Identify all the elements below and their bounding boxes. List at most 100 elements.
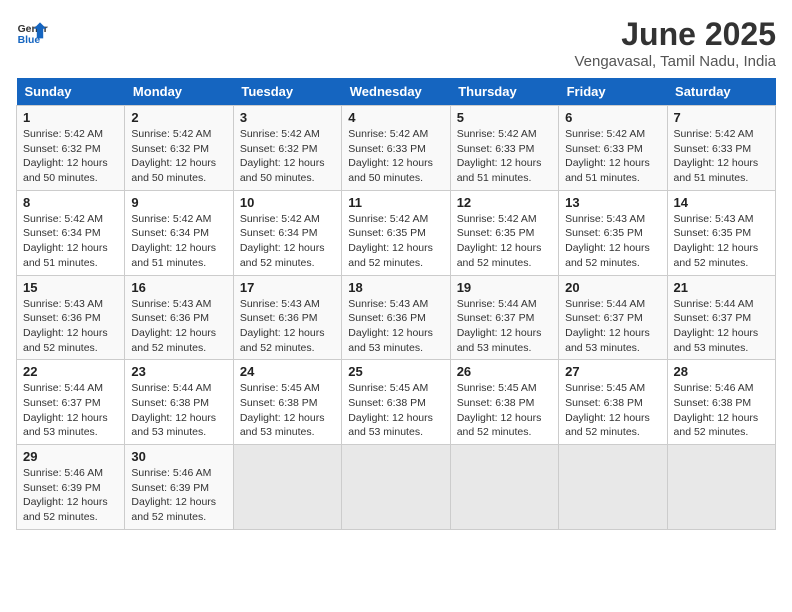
calendar-cell: 26 Sunrise: 5:45 AMSunset: 6:38 PMDayligh… — [450, 360, 558, 445]
cell-info: Sunrise: 5:43 AMSunset: 6:36 PMDaylight:… — [131, 297, 226, 356]
day-number: 11 — [348, 195, 443, 210]
cell-info: Sunrise: 5:45 AMSunset: 6:38 PMDaylight:… — [565, 381, 660, 440]
calendar-cell: 18Sunrise: 5:43 AMSunset: 6:36 PMDayligh… — [342, 275, 450, 360]
calendar-cell: 25 Sunrise: 5:45 AMSunset: 6:38 PMDayligh… — [342, 360, 450, 445]
calendar-cell: 6 Sunrise: 5:42 AMSunset: 6:33 PMDaylight… — [559, 106, 667, 191]
day-number: 24 — [240, 364, 335, 379]
cell-info: Sunrise: 5:42 AMSunset: 6:33 PMDaylight:… — [674, 127, 769, 186]
day-number: 23 — [131, 364, 226, 379]
cell-info: Sunrise: 5:44 AMSunset: 6:38 PMDaylight:… — [131, 381, 226, 440]
day-number: 20 — [565, 280, 660, 295]
calendar-table: SundayMondayTuesdayWednesdayThursdayFrid… — [16, 78, 776, 530]
calendar-cell: 17Sunrise: 5:43 AMSunset: 6:36 PMDayligh… — [233, 275, 341, 360]
calendar-cell: 28 Sunrise: 5:46 AMSunset: 6:38 PMDayligh… — [667, 360, 775, 445]
cell-info: Sunrise: 5:43 AMSunset: 6:36 PMDaylight:… — [23, 297, 118, 356]
day-number: 26 — [457, 364, 552, 379]
calendar-cell: 1 Sunrise: 5:42 AMSunset: 6:32 PMDaylight… — [17, 106, 125, 191]
cell-info: Sunrise: 5:42 AMSunset: 6:33 PMDaylight:… — [457, 127, 552, 186]
calendar-cell — [667, 445, 775, 530]
day-number: 2 — [131, 110, 226, 125]
calendar-cell: 8Sunrise: 5:42 AMSunset: 6:34 PMDaylight… — [17, 190, 125, 275]
cell-info: Sunrise: 5:45 AMSunset: 6:38 PMDaylight:… — [348, 381, 443, 440]
calendar-cell: 10Sunrise: 5:42 AMSunset: 6:34 PMDayligh… — [233, 190, 341, 275]
cell-info: Sunrise: 5:44 AMSunset: 6:37 PMDaylight:… — [457, 297, 552, 356]
cell-info: Sunrise: 5:42 AMSunset: 6:35 PMDaylight:… — [457, 212, 552, 271]
calendar-header-row: SundayMondayTuesdayWednesdayThursdayFrid… — [17, 78, 776, 106]
cell-info: Sunrise: 5:42 AMSunset: 6:32 PMDaylight:… — [240, 127, 335, 186]
logo-icon: General Blue — [16, 16, 48, 48]
calendar-cell: 9 Sunrise: 5:42 AMSunset: 6:34 PMDaylight… — [125, 190, 233, 275]
cell-info: Sunrise: 5:42 AMSunset: 6:35 PMDaylight:… — [348, 212, 443, 271]
calendar-cell: 23 Sunrise: 5:44 AMSunset: 6:38 PMDayligh… — [125, 360, 233, 445]
calendar-cell: 21 Sunrise: 5:44 AMSunset: 6:37 PMDayligh… — [667, 275, 775, 360]
day-number: 15 — [23, 280, 118, 295]
calendar-cell: 27 Sunrise: 5:45 AMSunset: 6:38 PMDayligh… — [559, 360, 667, 445]
calendar-week-2: 8Sunrise: 5:42 AMSunset: 6:34 PMDaylight… — [17, 190, 776, 275]
day-number: 29 — [23, 449, 118, 464]
calendar-cell: 2 Sunrise: 5:42 AMSunset: 6:32 PMDaylight… — [125, 106, 233, 191]
day-number: 12 — [457, 195, 552, 210]
header-monday: Monday — [125, 78, 233, 106]
day-number: 22 — [23, 364, 118, 379]
calendar-cell: 15 Sunrise: 5:43 AMSunset: 6:36 PMDayligh… — [17, 275, 125, 360]
day-number: 16 — [131, 280, 226, 295]
day-number: 9 — [131, 195, 226, 210]
cell-info: Sunrise: 5:42 AMSunset: 6:32 PMDaylight:… — [131, 127, 226, 186]
calendar-cell: 24 Sunrise: 5:45 AMSunset: 6:38 PMDayligh… — [233, 360, 341, 445]
cell-info: Sunrise: 5:42 AMSunset: 6:33 PMDaylight:… — [348, 127, 443, 186]
header: General Blue June 2025 Vengavasal, Tamil… — [16, 16, 776, 70]
day-number: 21 — [674, 280, 769, 295]
day-number: 19 — [457, 280, 552, 295]
calendar-cell: 14 Sunrise: 5:43 AMSunset: 6:35 PMDayligh… — [667, 190, 775, 275]
cell-info: Sunrise: 5:44 AMSunset: 6:37 PMDaylight:… — [674, 297, 769, 356]
day-number: 4 — [348, 110, 443, 125]
cell-info: Sunrise: 5:44 AMSunset: 6:37 PMDaylight:… — [565, 297, 660, 356]
cell-info: Sunrise: 5:45 AMSunset: 6:38 PMDaylight:… — [457, 381, 552, 440]
calendar-week-3: 15 Sunrise: 5:43 AMSunset: 6:36 PMDayligh… — [17, 275, 776, 360]
cell-info: Sunrise: 5:42 AMSunset: 6:32 PMDaylight:… — [23, 127, 118, 186]
cell-info: Sunrise: 5:46 AMSunset: 6:39 PMDaylight:… — [23, 466, 118, 525]
header-friday: Friday — [559, 78, 667, 106]
header-thursday: Thursday — [450, 78, 558, 106]
day-number: 14 — [674, 195, 769, 210]
cell-info: Sunrise: 5:45 AMSunset: 6:38 PMDaylight:… — [240, 381, 335, 440]
main-title: June 2025 — [574, 16, 776, 53]
day-number: 5 — [457, 110, 552, 125]
calendar-cell: 13 Sunrise: 5:43 AMSunset: 6:35 PMDayligh… — [559, 190, 667, 275]
logo: General Blue — [16, 16, 48, 48]
cell-info: Sunrise: 5:44 AMSunset: 6:37 PMDaylight:… — [23, 381, 118, 440]
calendar-cell: 16 Sunrise: 5:43 AMSunset: 6:36 PMDayligh… — [125, 275, 233, 360]
cell-info: Sunrise: 5:42 AMSunset: 6:34 PMDaylight:… — [240, 212, 335, 271]
day-number: 3 — [240, 110, 335, 125]
cell-info: Sunrise: 5:46 AMSunset: 6:39 PMDaylight:… — [131, 466, 226, 525]
day-number: 30 — [131, 449, 226, 464]
cell-info: Sunrise: 5:46 AMSunset: 6:38 PMDaylight:… — [674, 381, 769, 440]
cell-info: Sunrise: 5:43 AMSunset: 6:36 PMDaylight:… — [348, 297, 443, 356]
cell-info: Sunrise: 5:43 AMSunset: 6:35 PMDaylight:… — [674, 212, 769, 271]
header-tuesday: Tuesday — [233, 78, 341, 106]
calendar-cell — [233, 445, 341, 530]
calendar-week-1: 1 Sunrise: 5:42 AMSunset: 6:32 PMDaylight… — [17, 106, 776, 191]
day-number: 27 — [565, 364, 660, 379]
day-number: 25 — [348, 364, 443, 379]
cell-info: Sunrise: 5:43 AMSunset: 6:35 PMDaylight:… — [565, 212, 660, 271]
header-wednesday: Wednesday — [342, 78, 450, 106]
day-number: 13 — [565, 195, 660, 210]
cell-info: Sunrise: 5:42 AMSunset: 6:34 PMDaylight:… — [23, 212, 118, 271]
day-number: 6 — [565, 110, 660, 125]
header-saturday: Saturday — [667, 78, 775, 106]
calendar-cell — [559, 445, 667, 530]
day-number: 28 — [674, 364, 769, 379]
calendar-cell: 4 Sunrise: 5:42 AMSunset: 6:33 PMDaylight… — [342, 106, 450, 191]
header-sunday: Sunday — [17, 78, 125, 106]
calendar-cell — [450, 445, 558, 530]
cell-info: Sunrise: 5:42 AMSunset: 6:33 PMDaylight:… — [565, 127, 660, 186]
title-area: June 2025 Vengavasal, Tamil Nadu, India — [574, 16, 776, 70]
day-number: 7 — [674, 110, 769, 125]
day-number: 1 — [23, 110, 118, 125]
cell-info: Sunrise: 5:42 AMSunset: 6:34 PMDaylight:… — [131, 212, 226, 271]
calendar-cell: 30 Sunrise: 5:46 AMSunset: 6:39 PMDayligh… — [125, 445, 233, 530]
calendar-cell: 3 Sunrise: 5:42 AMSunset: 6:32 PMDaylight… — [233, 106, 341, 191]
calendar-cell: 5 Sunrise: 5:42 AMSunset: 6:33 PMDaylight… — [450, 106, 558, 191]
cell-info: Sunrise: 5:43 AMSunset: 6:36 PMDaylight:… — [240, 297, 335, 356]
